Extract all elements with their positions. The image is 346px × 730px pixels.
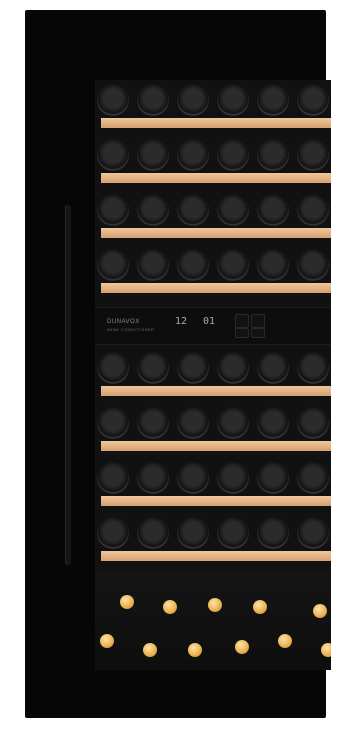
wood-shelf [101,551,331,561]
wood-shelf [101,441,331,451]
bottle-row [95,194,331,228]
bottle-row [95,249,331,283]
bottle [97,139,129,171]
bottle [257,517,289,549]
bottle [257,139,289,171]
wood-shelf [101,496,331,506]
bottle [217,84,249,116]
bottle [217,249,249,281]
bottle [297,462,329,494]
bottle [137,407,169,439]
bottle [137,249,169,281]
brand-logo: DUNAVOX WINE CONDITIONER [107,318,155,334]
bottle [137,462,169,494]
bottle-cap [163,600,177,614]
light-button[interactable] [235,314,249,328]
bottle-row [95,352,331,386]
shelf-8 [95,513,331,563]
bottle-cap [143,643,157,657]
bottle-row [95,407,331,441]
lower-zone-temperature: 01 [203,316,216,327]
bottle-cap [100,634,114,648]
bottle-cap [120,595,134,609]
bottle-row [95,139,331,173]
bottle [257,352,289,384]
bottle-cap [253,600,267,614]
bottle [297,194,329,226]
bottle-row [95,462,331,496]
bottle [257,194,289,226]
bottle-cap [235,640,249,654]
bottle [97,194,129,226]
bottle [137,517,169,549]
shelf-6 [95,403,331,453]
temp-up-button[interactable] [251,314,265,328]
bottle [137,84,169,116]
wood-shelf [101,228,331,238]
bottle [177,139,209,171]
shelf-2 [95,135,331,185]
bottle [177,249,209,281]
bottle [97,462,129,494]
bottle [217,352,249,384]
bottle [257,249,289,281]
door-handle[interactable] [65,205,71,565]
bottle [177,517,209,549]
shelf-4 [95,245,331,295]
bottle [137,352,169,384]
bottle [177,407,209,439]
bottle [257,84,289,116]
bottle [297,84,329,116]
bottle [297,249,329,281]
bottle [297,139,329,171]
bottle [177,194,209,226]
shelf-7 [95,458,331,508]
bottle [137,194,169,226]
wood-shelf [101,118,331,128]
bottle [297,517,329,549]
glass-door: DUNAVOX WINE CONDITIONER 12 01 [95,80,331,670]
shelf-1 [95,80,331,130]
bottle [97,517,129,549]
bottle [217,517,249,549]
brand-name: DUNAVOX [107,319,140,325]
shelf-3 [95,190,331,240]
bottom-rack [95,570,331,670]
bottle-row [95,84,331,118]
bottle [217,139,249,171]
wood-shelf [101,173,331,183]
bottle [97,352,129,384]
bottle [217,407,249,439]
bottle [177,352,209,384]
wood-shelf [101,386,331,396]
zone-select-button[interactable] [251,328,265,338]
bottle-cap [321,643,331,657]
bottle [257,462,289,494]
bottle [297,407,329,439]
upper-zone-temperature: 12 [175,316,188,327]
wood-shelf [101,283,331,293]
bottle-cap [208,598,222,612]
bottle [97,249,129,281]
bottle [97,84,129,116]
brand-tagline: WINE CONDITIONER [107,327,155,332]
bottle-row [95,517,331,551]
bottle-cap [188,643,202,657]
bottle [217,194,249,226]
bottle-cap [278,634,292,648]
bottle [137,139,169,171]
bottle [297,352,329,384]
shelf-5 [95,348,331,398]
control-panel: DUNAVOX WINE CONDITIONER 12 01 [95,307,331,345]
wine-cooler: DUNAVOX WINE CONDITIONER 12 01 [25,10,331,718]
bottle [177,462,209,494]
bottle-cap [313,604,327,618]
bottle [217,462,249,494]
bottle [97,407,129,439]
temp-down-button[interactable] [235,328,249,338]
bottle [257,407,289,439]
bottle [177,84,209,116]
